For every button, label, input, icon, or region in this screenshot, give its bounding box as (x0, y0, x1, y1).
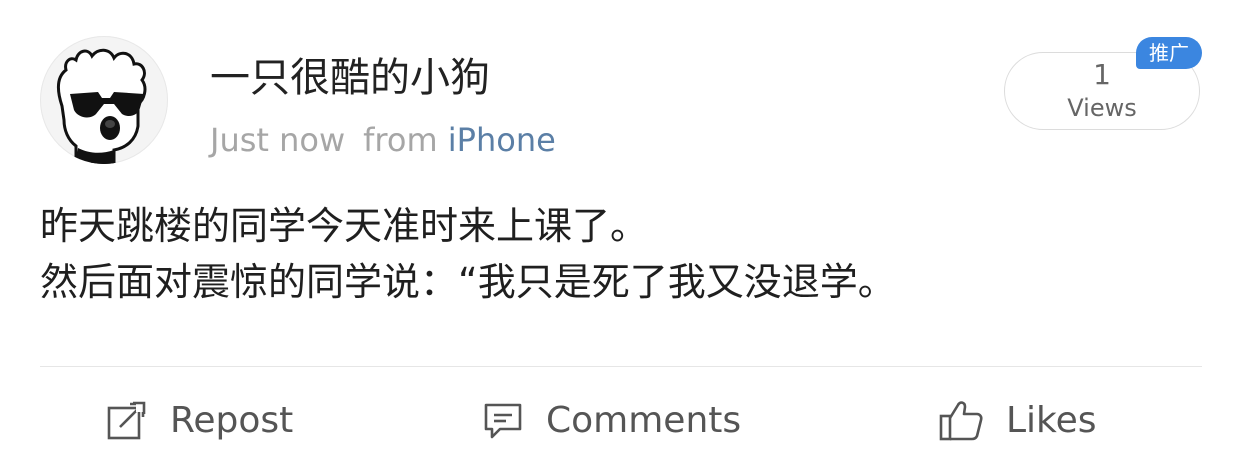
content-line: 然后面对震惊的同学说：“我只是死了我又没退学。 (40, 260, 896, 304)
comments-button[interactable]: Comments (482, 390, 741, 450)
avatar[interactable] (40, 36, 168, 164)
repost-button[interactable]: Repost (106, 390, 293, 450)
username[interactable]: 一只很酷的小狗 (210, 52, 490, 104)
promo-badge: 推广 (1136, 37, 1202, 69)
dog-avatar-icon (57, 48, 147, 164)
timestamp: Just now (210, 121, 346, 159)
views-label: Views (1067, 94, 1137, 122)
comments-label: Comments (546, 399, 742, 441)
divider (40, 366, 1202, 367)
post-content: 昨天跳楼的同学今天准时来上课了。 然后面对震惊的同学说：“我只是死了我又没退学。 (40, 198, 1200, 310)
likes-label: Likes (1006, 399, 1097, 441)
source-link[interactable]: iPhone (448, 121, 556, 159)
comment-icon (482, 399, 524, 441)
thumbs-up-icon (938, 397, 984, 443)
repost-icon (106, 399, 148, 441)
repost-label: Repost (170, 399, 294, 441)
likes-button[interactable]: Likes (938, 390, 1097, 450)
content-line: 昨天跳楼的同学今天准时来上课了。 (40, 204, 649, 248)
post-meta: Just now from iPhone (210, 118, 556, 162)
from-label: from (363, 121, 438, 159)
